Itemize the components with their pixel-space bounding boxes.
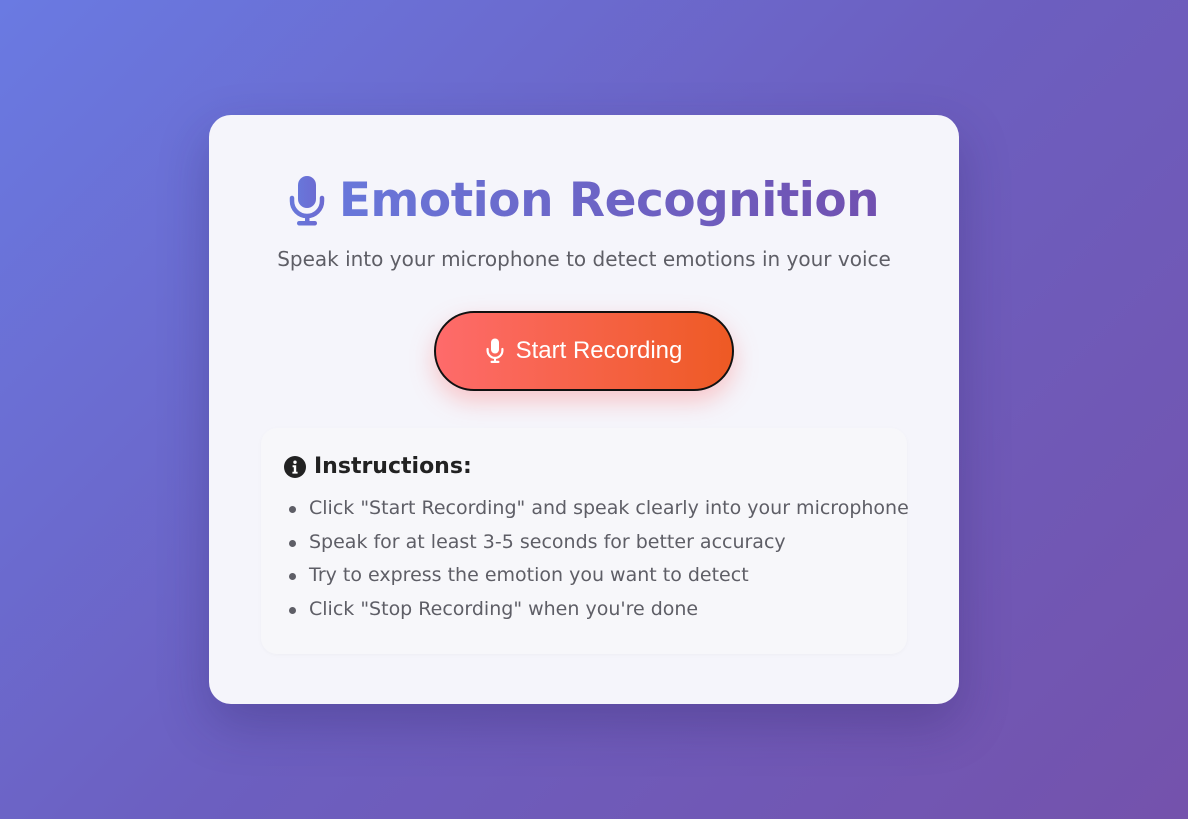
info-circle-icon xyxy=(284,455,306,478)
page-title: Emotion Recognition xyxy=(339,171,880,231)
list-item: Click "Start Recording" and speak clearl… xyxy=(284,492,909,526)
instructions-panel: Instructions: Click "Start Recording" an… xyxy=(261,428,909,654)
main-card: Emotion Recognition Speak into your micr… xyxy=(209,115,959,704)
list-item: Try to express the emotion you want to d… xyxy=(284,559,909,593)
list-item: Speak for at least 3-5 seconds for bette… xyxy=(284,526,909,560)
header: Emotion Recognition xyxy=(209,171,959,231)
instructions-title: Instructions: xyxy=(314,454,472,479)
instructions-header: Instructions: xyxy=(284,454,472,479)
microphone-icon xyxy=(289,176,325,226)
start-recording-button[interactable]: Start Recording xyxy=(434,311,734,391)
start-recording-label: Start Recording xyxy=(515,337,683,364)
list-item: Click "Stop Recording" when you're done xyxy=(284,593,909,627)
instructions-list: Click "Start Recording" and speak clearl… xyxy=(284,492,909,626)
page-subtitle: Speak into your microphone to detect emo… xyxy=(277,247,891,271)
microphone-icon xyxy=(486,338,504,363)
